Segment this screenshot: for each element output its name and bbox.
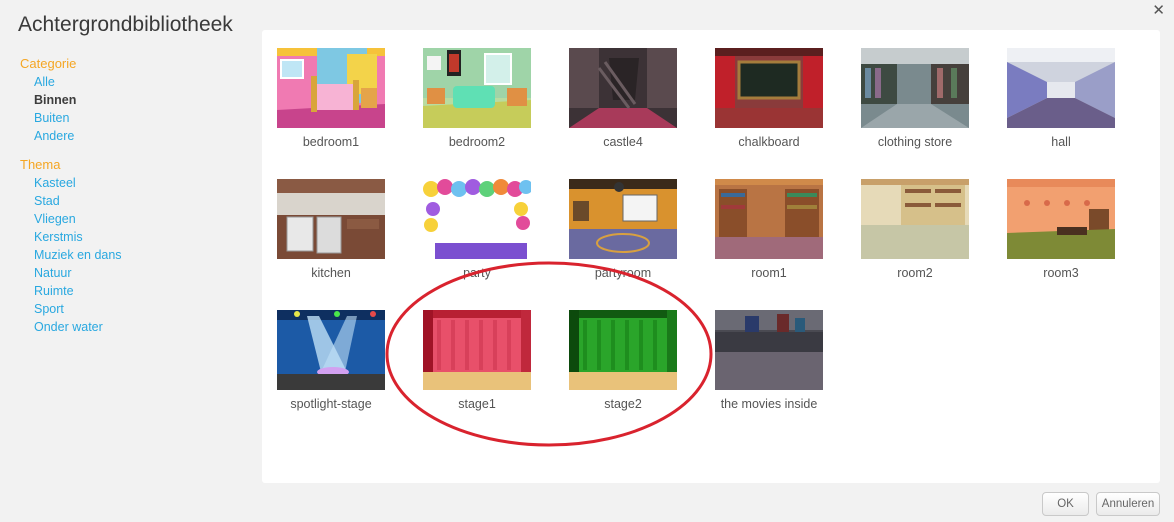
backdrop-label: bedroom1 (302, 135, 360, 149)
backdrop-tile-chalkboard[interactable]: chalkboard (700, 30, 830, 149)
backdrop-tile-castle4[interactable]: castle4 (554, 30, 684, 149)
backdrop-tile-room2[interactable]: room2 (846, 161, 976, 280)
backdrop-tile-the-movies-inside[interactable]: the movies inside (700, 292, 830, 411)
cancel-button[interactable]: Annuleren (1096, 492, 1160, 516)
backdrop-tile-partyroom[interactable]: partyroom (554, 161, 684, 280)
theme-item-vliegen[interactable]: Vliegen (34, 210, 250, 228)
backdrop-tile-clothing-store[interactable]: clothing store (846, 30, 976, 149)
backdrop-thumbnail (861, 179, 969, 259)
backdrop-tile-kitchen[interactable]: kitchen (262, 161, 392, 280)
backdrop-label: clothing store (877, 135, 953, 149)
category-item-alle[interactable]: Alle (34, 73, 250, 91)
theme-item-natuur[interactable]: Natuur (34, 264, 250, 282)
backdrop-tile-stage2[interactable]: stage2 (554, 292, 684, 411)
backdrop-thumbnail (861, 48, 969, 128)
theme-item-kerstmis[interactable]: Kerstmis (34, 228, 250, 246)
backdrop-label: partyroom (594, 266, 652, 280)
backdrop-label: the movies inside (720, 397, 818, 411)
theme-item-muziek-en-dans[interactable]: Muziek en dans (34, 246, 250, 264)
category-section-title: Categorie (20, 56, 77, 71)
backdrop-tile-room3[interactable]: room3 (992, 161, 1122, 280)
backdrop-thumbnail (423, 310, 531, 390)
theme-item-sport[interactable]: Sport (34, 300, 250, 318)
theme-item-onder-water[interactable]: Onder water (34, 318, 250, 336)
backdrop-label: castle4 (603, 135, 643, 149)
backdrop-label: party (463, 266, 491, 280)
backdrop-thumbnail (423, 48, 531, 128)
backdrop-tile-bedroom2[interactable]: bedroom2 (408, 30, 538, 149)
backdrop-label: chalkboard (738, 135, 800, 149)
backdrop-tile-hall[interactable]: hall (992, 30, 1122, 149)
backdrop-label: room2 (897, 266, 933, 280)
backdrop-thumbnail (277, 179, 385, 259)
close-icon[interactable]: ✕ (1152, 3, 1165, 18)
category-item-binnen[interactable]: Binnen (34, 91, 250, 109)
backdrop-label: hall (1051, 135, 1071, 149)
backdrop-thumbnail (277, 48, 385, 128)
backdrop-thumbnail (569, 48, 677, 128)
backdrop-label: kitchen (311, 266, 351, 280)
backdrop-tile-bedroom1[interactable]: bedroom1 (262, 30, 392, 149)
ok-button[interactable]: OK (1042, 492, 1089, 516)
backdrop-tile-room1[interactable]: room1 (700, 161, 830, 280)
backdrop-label: room3 (1043, 266, 1079, 280)
backdrop-thumbnail (715, 310, 823, 390)
sidebar: Categorie Alle Binnen Buiten Andere Them… (0, 55, 250, 336)
backdrop-thumbnail (423, 179, 531, 259)
backdrop-label: stage1 (458, 397, 496, 411)
theme-item-ruimte[interactable]: Ruimte (34, 282, 250, 300)
backdrop-thumbnail (569, 310, 677, 390)
theme-section-title: Thema (20, 157, 61, 172)
backdrop-thumbnail (277, 310, 385, 390)
category-item-buiten[interactable]: Buiten (34, 109, 250, 127)
backdrop-thumbnail (715, 48, 823, 128)
backdrop-tile-spotlight-stage[interactable]: spotlight-stage (262, 292, 392, 411)
backdrop-label: room1 (751, 266, 787, 280)
backdrop-label: bedroom2 (448, 135, 506, 149)
backdrop-thumbnail (1007, 48, 1115, 128)
theme-item-stad[interactable]: Stad (34, 192, 250, 210)
theme-item-kasteel[interactable]: Kasteel (34, 174, 250, 192)
category-item-andere[interactable]: Andere (34, 127, 250, 145)
backdrop-thumbnail (1007, 179, 1115, 259)
backdrop-label: spotlight-stage (290, 397, 372, 411)
backdrop-thumbnail (569, 179, 677, 259)
backdrop-grid: bedroom1 bedroom2 castle4 chalkboard clo… (262, 30, 1160, 483)
backdrop-tile-stage1[interactable]: stage1 (408, 292, 538, 411)
backdrop-tile-party[interactable]: party (408, 161, 538, 280)
backdrop-label: stage2 (604, 397, 642, 411)
backdrop-thumbnail (715, 179, 823, 259)
dialog-title: Achtergrondbibliotheek (18, 13, 233, 36)
